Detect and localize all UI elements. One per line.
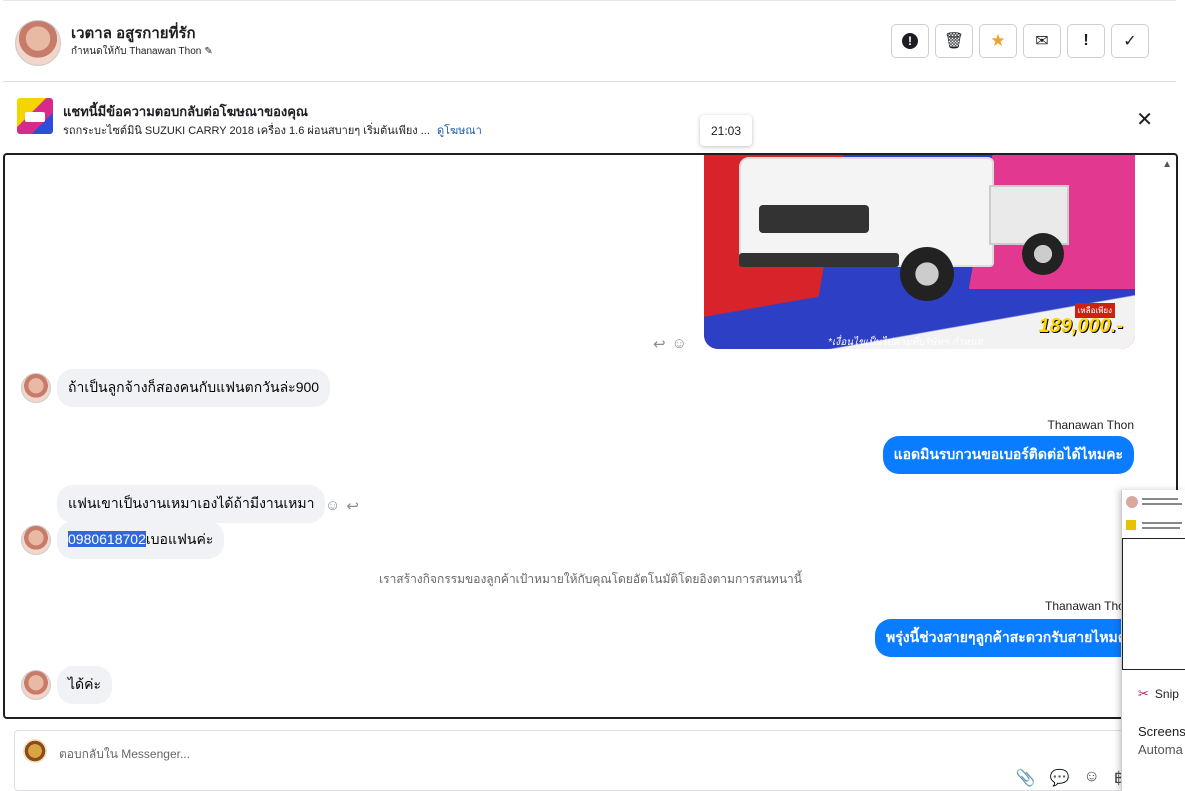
truck-wheel	[1022, 233, 1064, 275]
mark-unread-button[interactable]: ✉	[1023, 24, 1061, 58]
snip-subtitle: Automa	[1138, 742, 1183, 757]
phone-number[interactable]: 0980618702	[68, 531, 146, 547]
system-notice: เราสร้างกิจกรรมของลูกค้าเป้าหมายให้กับคุ…	[379, 572, 802, 586]
alert-circle-icon: !	[902, 33, 918, 49]
message-input[interactable]: ตอบกลับใน Messenger...	[59, 745, 190, 764]
contact-avatar[interactable]	[15, 20, 61, 66]
reply-composer[interactable]: ตอบกลับใน Messenger... 📎 💬 ☺ ฿	[14, 730, 1139, 791]
done-button[interactable]: ✓	[1111, 24, 1149, 58]
star-button[interactable]: ★	[979, 24, 1017, 58]
incoming-message[interactable]: แฟนเขาเป็นงานเหมาเองได้ถ้ามีงานเหมา	[57, 485, 326, 523]
contact-avatar-small[interactable]	[21, 373, 51, 403]
ad-thumbnail	[17, 98, 53, 134]
sender-name: Thanawan Thon	[1047, 418, 1134, 432]
exclamation-icon: !	[1083, 32, 1089, 49]
star-icon: ★	[990, 31, 1006, 50]
message-reactions: ☺ ↩	[325, 497, 359, 515]
follow-up-button[interactable]: !	[1067, 24, 1105, 58]
ad-reply-banner: แชทนี้มีข้อความตอบกลับต่อโฆษณาของคุณ รถก…	[3, 83, 1176, 153]
image-note: *เงื่อนไขเป็นไปตามที่บริษัทฯ กำหนด	[828, 337, 984, 348]
view-ad-link[interactable]: ดูโฆษณา	[437, 125, 482, 137]
assignee-text: กำหนดให้กับ Thanawan Thon	[71, 46, 202, 57]
contact-avatar-small[interactable]	[21, 525, 51, 555]
ad-title: แชทนี้มีข้อความตอบกลับต่อโฆษณาของคุณ	[63, 104, 308, 119]
price-text: 189,000.-	[1038, 315, 1123, 337]
truck-grille	[759, 205, 869, 233]
preview-frame	[1122, 538, 1185, 670]
composer-toolbar: 📎 💬 ☺ ฿	[1016, 768, 1124, 788]
ad-subtitle: รถกระบะไซต์มินิ SUZUKI CARRY 2018 เครื่อ…	[63, 121, 482, 139]
trash-icon: 🗑	[943, 33, 965, 50]
preview-line	[1142, 522, 1182, 524]
incoming-message[interactable]: ถ้าเป็นลูกจ้างก็สองคนกับแฟนตกวันล่ะ900	[57, 369, 331, 407]
preview-line	[1142, 498, 1178, 500]
truck-bumper	[739, 253, 899, 267]
truck-wheel	[900, 247, 954, 301]
page-avatar	[23, 739, 47, 763]
snipping-tool-notification[interactable]: ✂ Snip Screens Automa	[1121, 490, 1185, 791]
conversation-header: เวตาล อสูรกายที่รัก กำหนดให้กับ Thanawan…	[3, 0, 1176, 82]
snip-app-name: Snip	[1154, 687, 1179, 701]
snip-app-label: ✂ Snip	[1138, 686, 1179, 702]
snip-title: Screens	[1138, 724, 1185, 739]
emoji-icon[interactable]: ☺	[1083, 768, 1099, 788]
close-icon[interactable]: ✕	[1136, 107, 1153, 132]
reply-icon[interactable]: ↩	[653, 335, 666, 353]
contact-name[interactable]: เวตาล อสูรกายที่รัก	[71, 21, 196, 45]
ad-description: รถกระบะไซต์มินิ SUZUKI CARRY 2018 เครื่อ…	[63, 125, 430, 137]
message-text: เบอแฟนค่ะ	[145, 531, 214, 547]
preview-avatar	[1126, 496, 1138, 508]
sender-name: Thanawan Thon	[1045, 599, 1132, 613]
scroll-up-arrow-icon[interactable]: ▲	[1162, 159, 1172, 170]
outgoing-message[interactable]: แอดมินรบกวนขอเบอร์ติดต่อได้ไหมคะ	[882, 436, 1134, 474]
scissors-icon: ✂	[1138, 686, 1149, 701]
spam-button[interactable]: !	[891, 24, 929, 58]
image-reactions: ↩ ☺	[653, 335, 687, 353]
outgoing-message[interactable]: พรุ่งนี้ช่วงสายๆลูกค้าสะดวกรับสายไหมคะ	[875, 619, 1146, 657]
emoji-icon[interactable]: ☺	[325, 497, 340, 515]
ad-image-attachment[interactable]: เหลือเพียง 189,000.- *เงื่อนไขเป็นไปตามท…	[704, 155, 1135, 349]
preview-line	[1142, 503, 1182, 505]
truck-bed	[989, 185, 1069, 245]
timestamp-tooltip: 21:03	[700, 115, 752, 146]
message-thread[interactable]: ▲ เหลือเพียง 189,000.- *เงื่อนไขเป็นไปตา…	[3, 153, 1178, 719]
contact-avatar-small[interactable]	[21, 670, 51, 700]
incoming-message[interactable]: 0980618702เบอแฟนค่ะ	[57, 521, 225, 559]
saved-reply-icon[interactable]: 💬	[1050, 768, 1070, 788]
check-icon: ✓	[1123, 33, 1137, 50]
envelope-icon: ✉	[1035, 33, 1049, 50]
delete-button[interactable]: 🗑	[935, 24, 973, 58]
preview-line	[1142, 527, 1180, 529]
emoji-icon[interactable]: ☺	[672, 335, 687, 353]
screenshot-preview[interactable]	[1122, 490, 1185, 670]
header-actions: ! 🗑 ★ ✉ ! ✓	[891, 24, 1149, 58]
attachment-icon[interactable]: 📎	[1016, 768, 1036, 788]
incoming-message[interactable]: ได้ค่ะ	[57, 666, 113, 704]
preview-ad-thumb	[1126, 520, 1136, 530]
pencil-icon[interactable]: ✎	[204, 46, 212, 57]
reply-icon[interactable]: ↩	[346, 497, 359, 515]
assignee-label[interactable]: กำหนดให้กับ Thanawan Thon ✎	[71, 44, 213, 59]
